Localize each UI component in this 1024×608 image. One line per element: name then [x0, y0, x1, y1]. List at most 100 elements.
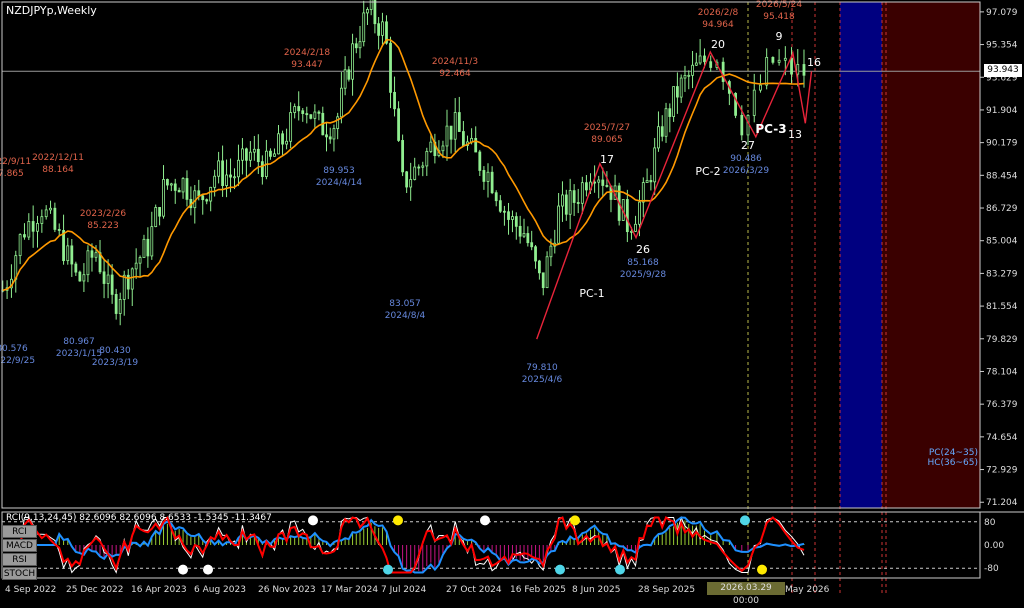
candle-body — [260, 161, 264, 178]
candle-body — [245, 148, 248, 161]
candle-body — [417, 166, 421, 169]
candle-body — [511, 216, 514, 220]
candle-body — [649, 180, 653, 183]
rsi-button[interactable]: RSI — [2, 553, 37, 566]
crosshair-date-label: 2026.03.29 00:00 — [707, 582, 785, 606]
candle-body — [293, 106, 297, 113]
candle-body — [576, 202, 580, 204]
pattern-label-2: PC-3 — [755, 122, 786, 136]
rci-button[interactable]: RCI — [2, 525, 37, 538]
candle-body — [78, 271, 82, 282]
candle-body — [514, 216, 518, 227]
signal-dot-9 — [740, 515, 750, 526]
pattern-label-1: PC-2 — [695, 165, 720, 178]
candle-body — [173, 183, 177, 191]
candle-body — [641, 182, 645, 203]
candle-body — [393, 91, 396, 110]
candle-body — [49, 207, 52, 211]
candle-body — [397, 108, 400, 141]
candle-body — [478, 151, 482, 171]
x-tick-label-1: 25 Dec 2022 — [66, 585, 124, 595]
annotation-high-3-1: 93.447 — [291, 60, 323, 70]
chart-title: NZDJPYp,Weekly — [6, 4, 97, 17]
projection-label-hc: HC(36~65) — [927, 458, 978, 468]
candle-body — [27, 221, 31, 238]
candle-body — [486, 171, 490, 182]
candle-body — [557, 205, 561, 244]
candle-body — [453, 112, 457, 140]
candle-body — [630, 230, 633, 233]
candle-body — [166, 179, 169, 186]
stoch-button[interactable]: STOCH — [2, 567, 37, 580]
annotation-low-14-0: 85.168 — [627, 258, 659, 268]
projection-label-pc: PC(24~35) — [929, 448, 978, 458]
candle-body — [277, 133, 280, 155]
candle-body — [672, 86, 676, 117]
ind-label-0: 0.00 — [984, 541, 1004, 551]
macd-button[interactable]: MACD — [2, 539, 37, 552]
y-tick-label-9: 81.554 — [986, 302, 1018, 312]
candle-body — [534, 246, 537, 262]
candle-body — [114, 294, 118, 314]
candle-body — [461, 131, 465, 146]
candle-body — [522, 233, 526, 237]
candle-body — [783, 57, 787, 61]
x-tick-label-4: 26 Nov 2023 — [258, 585, 316, 595]
x-tick-label-6: 7 Jul 2024 — [381, 585, 426, 595]
candle-body — [490, 171, 494, 194]
y-tick-label-11: 78.104 — [986, 367, 1018, 377]
candle-body — [18, 234, 22, 257]
candle-body — [541, 272, 545, 289]
y-tick-label-6: 86.729 — [986, 204, 1018, 214]
candle-body — [664, 108, 668, 137]
annotation-high-5-0: 2025/7/27 — [584, 123, 630, 133]
annotation-low-13-1: 2025/4/6 — [522, 375, 563, 385]
candle-body — [181, 178, 185, 193]
candle-body — [130, 268, 134, 290]
candle-body — [138, 257, 142, 264]
candle-body — [601, 179, 605, 186]
candle-body — [53, 207, 57, 230]
y-tick-label-8: 83.279 — [986, 269, 1018, 279]
candle-body — [625, 199, 629, 233]
annotation-high-5-1: 89.065 — [591, 135, 623, 145]
candle-body — [328, 136, 332, 140]
x-tick-label-10: 28 Sep 2025 — [638, 585, 695, 595]
candle-body — [777, 59, 781, 63]
candle-body — [413, 166, 417, 180]
candle-body — [317, 111, 321, 114]
candle-body — [580, 182, 584, 204]
annotation-low-8-1: 2022/9/25 — [0, 356, 35, 366]
signal-dot-0 — [178, 564, 188, 575]
candle-body — [351, 43, 354, 80]
candle-body — [568, 190, 572, 215]
candle-body — [44, 209, 48, 218]
candle-body — [369, 0, 373, 10]
signal-dot-1 — [308, 515, 318, 526]
candle-body — [790, 57, 793, 75]
candle-body — [229, 174, 232, 178]
candle-body — [122, 274, 126, 300]
annotation-low-12-0: 83.057 — [389, 299, 421, 309]
x-tick-label-7: 27 Oct 2024 — [446, 585, 502, 595]
candle-body — [86, 250, 90, 276]
candle-body — [252, 148, 256, 153]
candle-body — [66, 245, 70, 262]
annotation-high-7-1: 95.418 — [763, 12, 795, 22]
candle-body — [309, 114, 313, 119]
candle-body — [237, 159, 240, 178]
signal-dot-7 — [393, 515, 403, 526]
candle-body — [269, 150, 272, 157]
candle-body — [503, 210, 506, 213]
price-chart-svg[interactable]: PC(24~35)HC(36~65) PC-1 PC-2 PC-3 17 26 20 27 9… — [0, 0, 1024, 600]
y-tick-label-5: 88.454 — [986, 171, 1018, 181]
candle-body — [377, 23, 381, 36]
projection-zone-blue — [840, 2, 882, 508]
pattern-label-7: 9 — [776, 30, 783, 43]
candle-body — [134, 262, 138, 270]
x-tick-label-9: 8 Jun 2025 — [572, 585, 620, 595]
candle-body — [289, 112, 293, 142]
candle-body — [545, 256, 549, 289]
y-tick-label-7: 85.004 — [986, 237, 1018, 247]
candle-body — [441, 145, 445, 152]
